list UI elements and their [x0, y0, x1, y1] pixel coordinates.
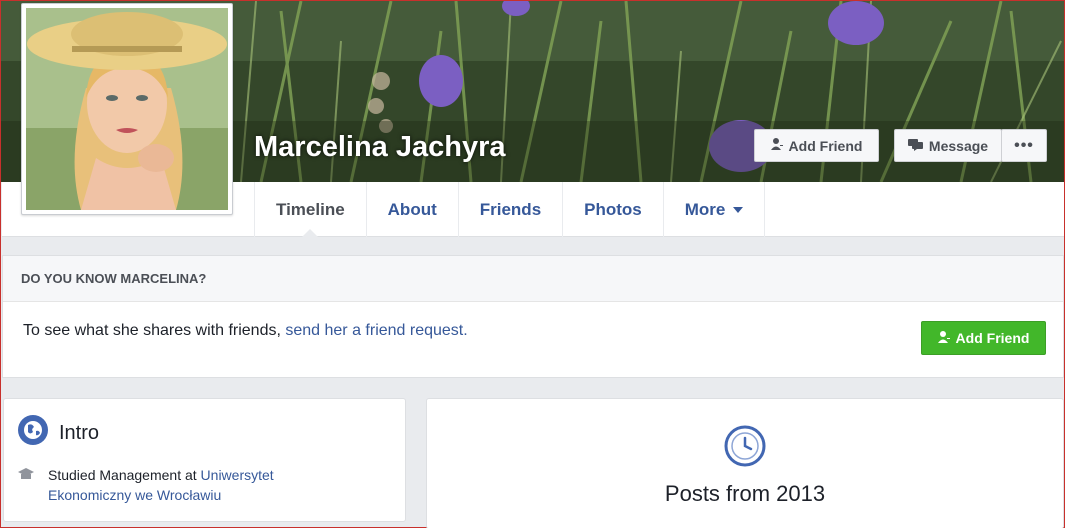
tab-timeline[interactable]: Timeline: [254, 182, 366, 238]
message-icon: [907, 138, 923, 154]
education-icon: [18, 465, 34, 505]
clock-icon: [724, 425, 766, 472]
message-label: Message: [928, 137, 989, 154]
profile-tabs: Timeline About Friends Photos More: [254, 182, 766, 238]
globe-icon: [18, 415, 48, 451]
profile-photo: [26, 8, 228, 210]
posts-card: Posts from 2013: [426, 398, 1064, 528]
add-friend-green-button[interactable]: Add Friend: [921, 321, 1046, 355]
chevron-down-icon: [733, 206, 744, 213]
intro-header: Intro: [18, 415, 99, 451]
profile-name[interactable]: Marcelina Jachyra: [254, 131, 505, 164]
send-friend-request-link[interactable]: send her a friend request.: [285, 322, 467, 339]
more-options-button[interactable]: •••: [1001, 129, 1047, 162]
message-button[interactable]: Message: [894, 129, 1002, 162]
do-you-know-heading: DO YOU KNOW MARCELINA?: [3, 256, 1063, 302]
intro-title: Intro: [59, 421, 100, 444]
friend-request-text: To see what she shares with friends,: [23, 322, 286, 339]
do-you-know-card: DO YOU KNOW MARCELINA? To see what she s…: [2, 255, 1064, 378]
add-friend-icon: [770, 137, 783, 154]
tab-about[interactable]: About: [365, 182, 458, 237]
education-text: Studied Management at Uniwersytet Ekonom…: [48, 467, 274, 503]
add-friend-label: Add Friend: [788, 137, 863, 154]
education-item: Studied Management at Uniwersytet Ekonom…: [18, 465, 308, 505]
do-you-know-body: To see what she shares with friends, sen…: [3, 302, 1063, 377]
add-friend-icon: [937, 330, 950, 347]
tab-photos[interactable]: Photos: [562, 182, 663, 237]
posts-title: Posts from 2013: [664, 481, 826, 506]
intro-card: Intro Studied Management at Uniwersytet …: [3, 398, 406, 522]
add-friend-green-label: Add Friend: [955, 330, 1030, 346]
add-friend-button[interactable]: Add Friend: [754, 129, 879, 162]
profile-picture[interactable]: [21, 3, 233, 215]
tab-more[interactable]: More: [662, 182, 766, 237]
tab-friends[interactable]: Friends: [457, 182, 562, 237]
